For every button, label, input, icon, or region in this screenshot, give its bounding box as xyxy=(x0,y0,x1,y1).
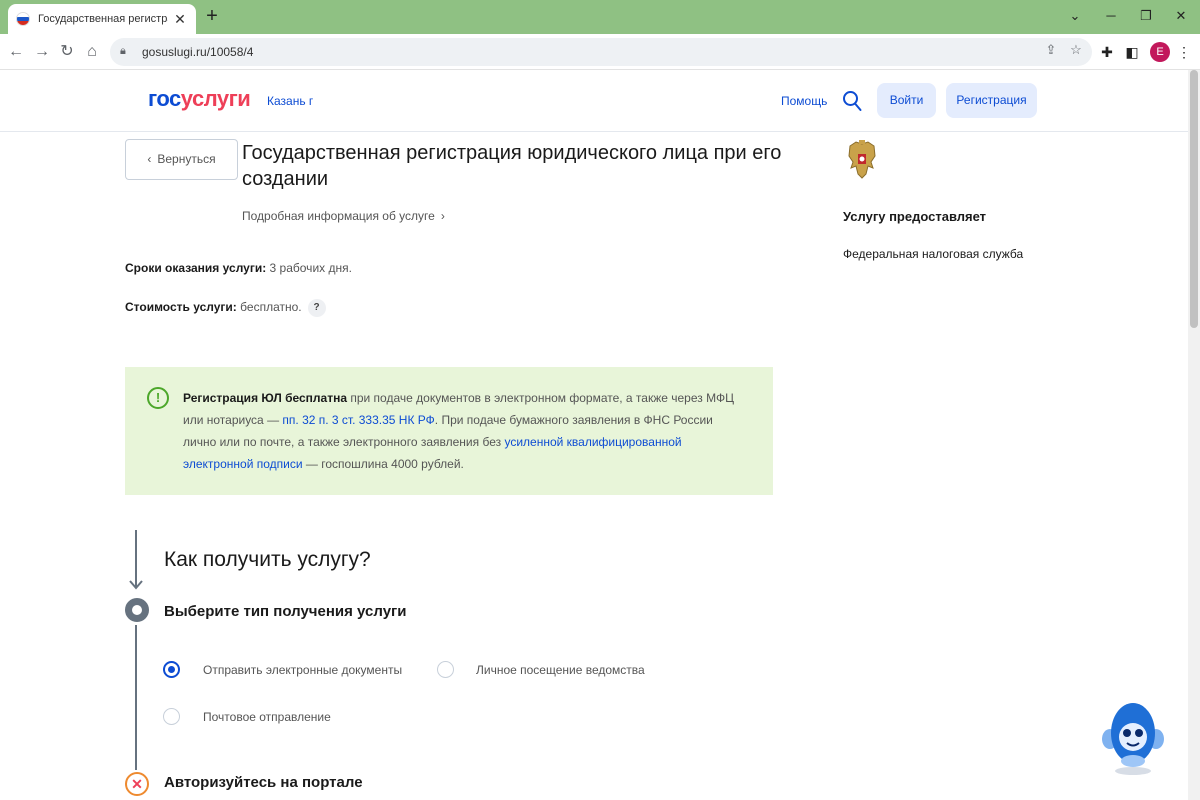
arrow-down-icon xyxy=(129,580,143,590)
new-tab-icon[interactable]: + xyxy=(202,6,222,26)
assistant-robot-icon[interactable] xyxy=(1100,697,1166,777)
service-term: Сроки оказания услуги: 3 рабочих дня. xyxy=(125,261,352,275)
provider-name: Федеральная налоговая служба xyxy=(843,247,1024,261)
cost-help-button[interactable]: ? xyxy=(307,299,326,317)
radio-visit[interactable] xyxy=(437,661,454,678)
step-error-icon: ✕ xyxy=(125,772,149,796)
browser-toolbar: ← → ↻ ⌂ 🔒︎ gosuslugi.ru/10058/4 ⇪ ☆ ✚ ◧ … xyxy=(0,34,1200,70)
city-selector[interactable]: Казань г xyxy=(267,94,313,108)
extensions-icon[interactable]: ✚ xyxy=(1097,42,1117,62)
search-icon[interactable] xyxy=(842,90,862,112)
more-info-link[interactable]: Подробная информация об услуге › xyxy=(242,209,445,223)
help-link[interactable]: Помощь xyxy=(781,94,827,108)
window-close-icon[interactable]: ✕ xyxy=(1170,5,1192,27)
minimize-icon[interactable]: ─ xyxy=(1100,5,1122,27)
register-button[interactable]: Регистрация xyxy=(946,83,1037,118)
step-title: Выберите тип получения услуги xyxy=(164,603,407,620)
tab-search-icon[interactable]: ⌄ xyxy=(1064,5,1086,27)
provider-title: Услугу предоставляет xyxy=(843,209,987,224)
chevron-right-icon: › xyxy=(440,209,445,223)
option-label[interactable]: Личное посещение ведомства xyxy=(476,663,645,677)
fee-notice: ! Регистрация ЮЛ бесплатна при подаче до… xyxy=(125,367,773,495)
page-content: госуслуги Казань г Помощь Войти Регистра… xyxy=(0,70,1188,800)
gosuslugi-logo[interactable]: госуслуги xyxy=(148,86,251,112)
chevron-left-icon: ‹ xyxy=(147,152,152,166)
back-button[interactable]: ‹ Вернуться xyxy=(125,139,238,180)
address-bar[interactable]: 🔒︎ gosuslugi.ru/10058/4 xyxy=(110,38,1092,66)
service-cost: Стоимость услуги: бесплатно.? xyxy=(125,299,326,317)
radio-electronic[interactable] xyxy=(163,661,180,678)
tax-code-link[interactable]: пп. 32 п. 3 ст. 333.35 НК РФ xyxy=(282,413,434,427)
back-arrow-icon[interactable]: ← xyxy=(5,41,27,63)
bookmark-star-icon[interactable]: ☆ xyxy=(1067,41,1085,59)
home-icon[interactable]: ⌂ xyxy=(81,41,103,63)
option-label[interactable]: Почтовое отправление xyxy=(203,710,331,724)
url-text: gosuslugi.ru/10058/4 xyxy=(142,45,254,59)
page-title: Государственная регистрация юридического… xyxy=(242,142,782,190)
site-header: госуслуги Казань г Помощь Войти Регистра… xyxy=(0,70,1188,132)
step-active-icon xyxy=(125,598,149,622)
how-to-get-title: Как получить услугу? xyxy=(164,548,371,571)
side-panel-icon[interactable]: ◧ xyxy=(1122,42,1142,62)
step-title: Авторизуйтесь на портале xyxy=(164,774,363,791)
browser-tab-bar: Государственная регистрация юр ✕ + ⌄ ─ ❐… xyxy=(0,0,1200,34)
browser-tab[interactable]: Государственная регистрация юр ✕ xyxy=(8,4,196,34)
profile-avatar[interactable]: E xyxy=(1150,42,1170,62)
russia-flag-icon xyxy=(16,12,30,26)
timeline-line xyxy=(135,625,137,770)
option-label[interactable]: Отправить электронные документы xyxy=(203,663,402,677)
scrollbar-thumb[interactable] xyxy=(1190,70,1198,328)
login-button[interactable]: Войти xyxy=(877,83,936,118)
share-icon[interactable]: ⇪ xyxy=(1042,41,1060,59)
exclamation-icon: ! xyxy=(147,387,169,409)
coat-of-arms-icon xyxy=(848,140,876,179)
reload-icon[interactable]: ↻ xyxy=(56,41,78,63)
maximize-icon[interactable]: ❐ xyxy=(1135,5,1157,27)
menu-kebab-icon[interactable]: ⋮ xyxy=(1174,42,1194,62)
close-icon[interactable]: ✕ xyxy=(172,11,188,27)
radio-post[interactable] xyxy=(163,708,180,725)
page-scrollbar[interactable] xyxy=(1188,70,1200,800)
forward-arrow-icon[interactable]: → xyxy=(31,41,53,63)
lock-icon: 🔒︎ xyxy=(120,45,126,57)
tab-title: Государственная регистрация юр xyxy=(38,13,168,25)
